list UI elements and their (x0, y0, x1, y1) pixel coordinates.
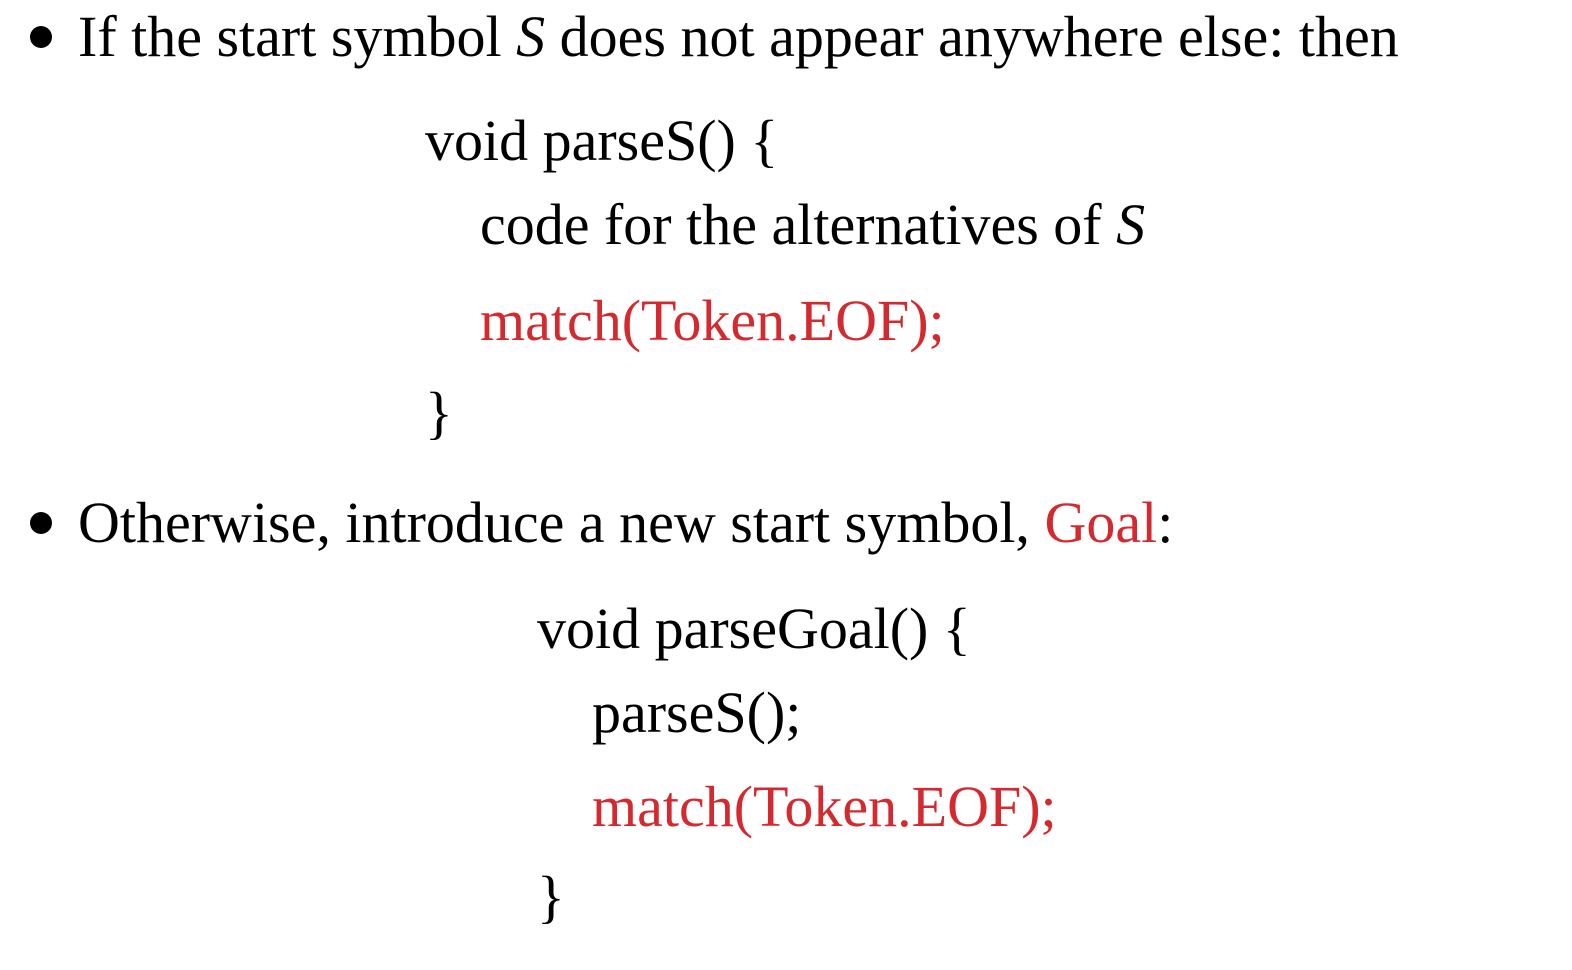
code-2-line-1: void parseGoal() { (537, 596, 971, 661)
code-2-line-4: } (537, 864, 565, 929)
slide-page: If the start symbol S does not appear an… (0, 0, 1572, 970)
bullet-1-text-after: does not appear anywhere else: then (545, 4, 1399, 69)
code-1-line-1: void parseS() { (425, 108, 779, 173)
code-1-line-4: } (425, 380, 453, 445)
code-1-line-2-symbol: S (1116, 192, 1146, 257)
bullet-item-1: If the start symbol S does not appear an… (30, 8, 1399, 66)
bullet-icon (30, 25, 52, 48)
bullet-item-2: Otherwise, introduce a new start symbol,… (30, 494, 1173, 552)
code-1-line-2-text: code for the alternatives of (480, 192, 1117, 257)
start-symbol: S (516, 4, 546, 69)
code-2-line-2: parseS(); (592, 680, 802, 745)
bullet-2-text-after: : (1157, 490, 1174, 555)
goal-highlight: Goal (1044, 490, 1158, 555)
bullet-1-text-before: If the start symbol (78, 4, 517, 69)
code-2-line-3: match(Token.EOF); (592, 774, 1057, 839)
bullet-2-text-before: Otherwise, introduce a new start symbol, (78, 490, 1045, 555)
code-1-line-3: match(Token.EOF); (480, 288, 945, 353)
code-1-line-2: code for the alternatives of S (480, 196, 1145, 254)
bullet-icon (30, 511, 52, 534)
